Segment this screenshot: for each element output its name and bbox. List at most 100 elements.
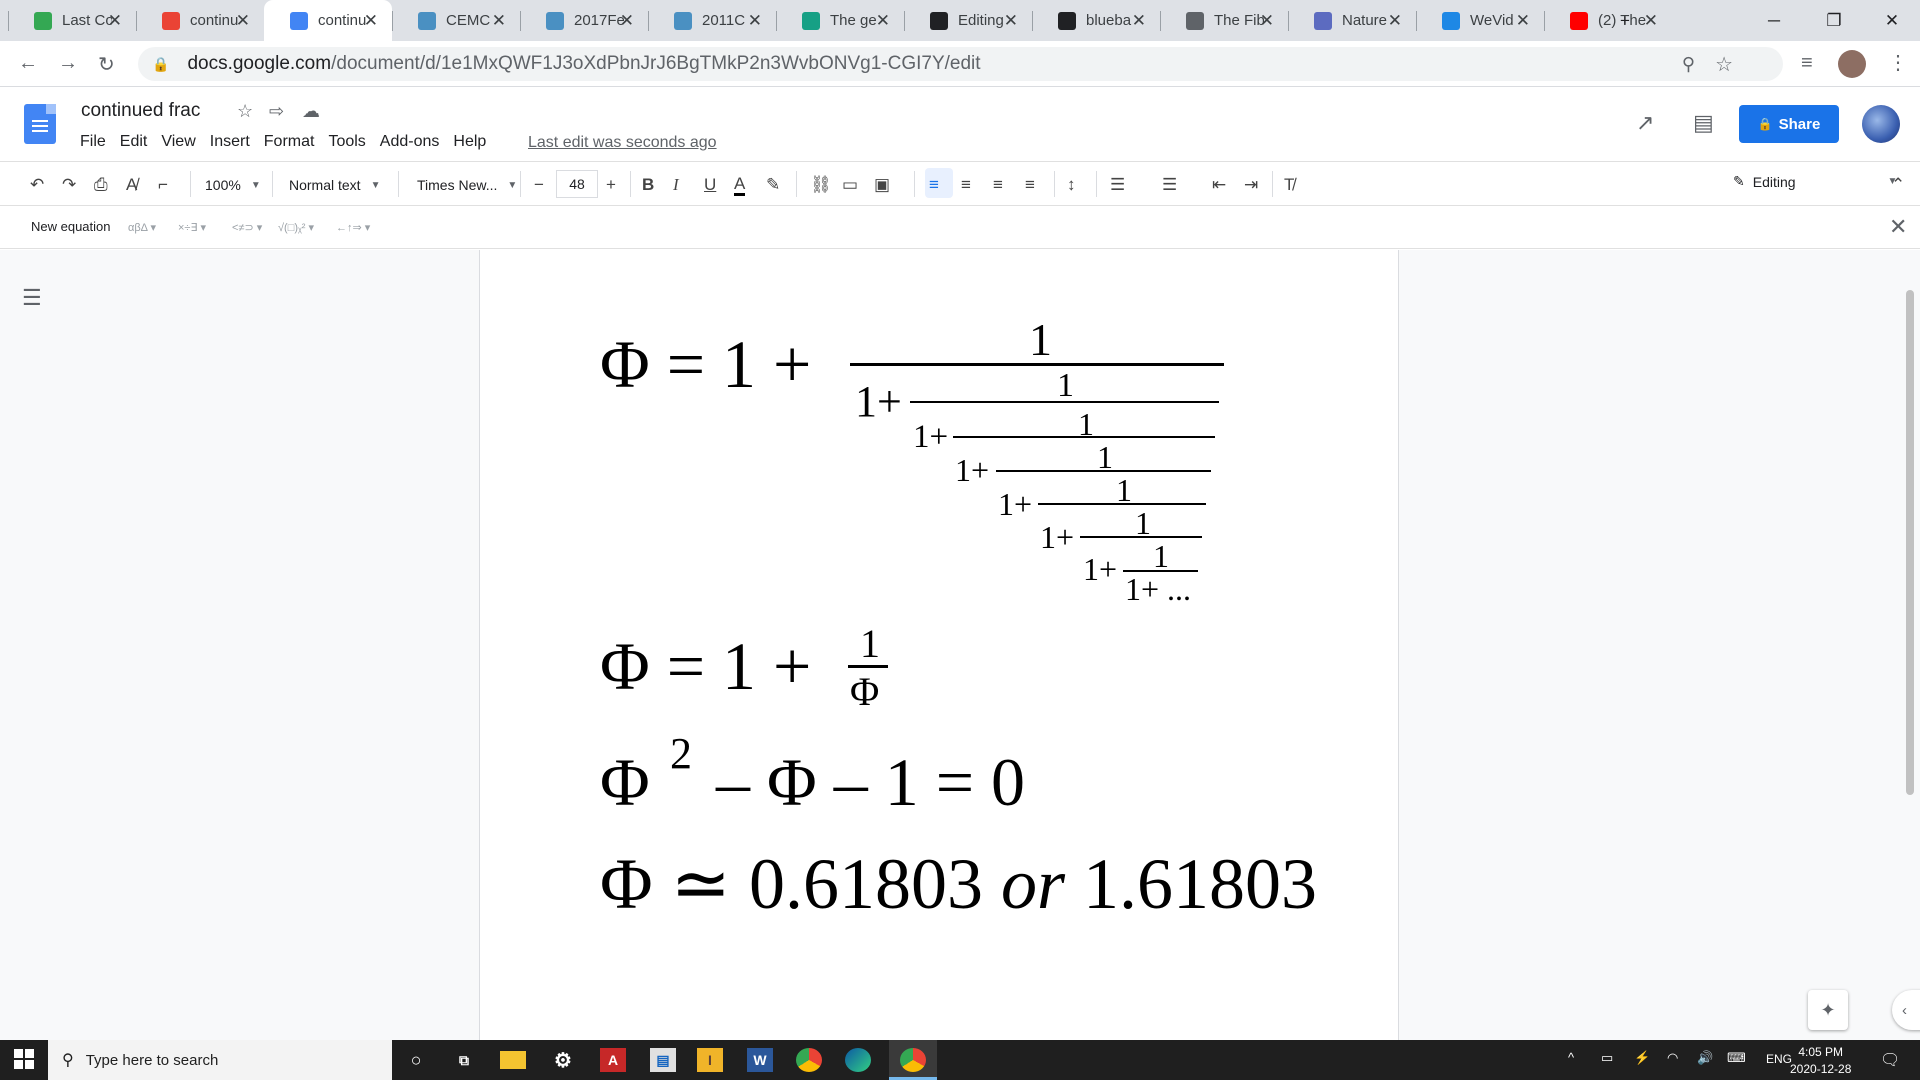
browser-tab[interactable]: continu ✕ [136, 0, 264, 41]
share-button[interactable]: 🔒 Share [1739, 105, 1839, 143]
browser-tab[interactable]: continu ✕ [264, 0, 392, 41]
omnibox[interactable]: 🔒 docs.google.com/document/d/1e1MxQWF1J3… [138, 47, 1783, 81]
eq1-level5-prefix[interactable]: 1+ [1040, 521, 1074, 553]
insert-link-icon[interactable]: ⛓ [810, 174, 832, 196]
menu-file[interactable]: File [80, 133, 106, 151]
keyboard-icon[interactable]: ⌨ [1727, 1050, 1746, 1066]
activity-trend-icon[interactable]: ↗ [1636, 110, 1654, 136]
chrome-active-icon[interactable] [900, 1048, 926, 1072]
reload-icon[interactable]: ↻ [98, 52, 115, 77]
redo-icon[interactable]: ↷ [62, 174, 76, 196]
browser-tab[interactable]: CEMC ✕ [392, 0, 520, 41]
browser-tab[interactable]: Nature ✕ [1288, 0, 1416, 41]
line-spacing-icon[interactable]: ↕ [1067, 174, 1076, 196]
eq4-approximation[interactable]: Φ ≃ 0.61803 or 1.61803 [600, 848, 1317, 920]
decrease-font-size-icon[interactable]: − [534, 174, 544, 196]
close-tab-icon[interactable]: ✕ [876, 11, 890, 31]
menu-tools[interactable]: Tools [328, 133, 365, 151]
battery-icon[interactable]: ▭ [1601, 1050, 1613, 1066]
insert-image-icon[interactable]: ▣ [874, 174, 890, 196]
close-tab-icon[interactable]: ✕ [748, 11, 762, 31]
comments-icon[interactable]: ▤ [1693, 110, 1714, 136]
close-tab-icon[interactable]: ✕ [236, 11, 250, 31]
arrows-menu[interactable]: ←↑⇒ ▾ [336, 221, 370, 234]
browser-tab[interactable]: 2017Fe ✕ [520, 0, 648, 41]
text-color-icon[interactable]: A [734, 174, 746, 196]
task-view-icon[interactable]: ⧉ [451, 1048, 477, 1072]
close-tab-icon[interactable]: ✕ [364, 11, 378, 31]
bold-icon[interactable]: B [642, 174, 654, 196]
document-title[interactable]: continued frac [81, 100, 200, 122]
editing-mode-select[interactable]: ✎ Editing ▼ [1733, 173, 1897, 190]
menu-insert[interactable]: Insert [210, 133, 250, 151]
close-tab-icon[interactable]: ✕ [1004, 11, 1018, 31]
eq1-level3-numerator[interactable]: 1 [1097, 441, 1113, 473]
eq1-level1-prefix[interactable]: 1+ [855, 380, 902, 424]
forward-icon[interactable]: → [58, 52, 78, 75]
wifi-icon[interactable]: ◠ [1667, 1050, 1678, 1066]
align-center-icon[interactable]: ≡ [961, 174, 971, 196]
decrease-indent-icon[interactable]: ⇤ [1212, 174, 1226, 196]
clear-formatting-icon[interactable]: T̸ [1284, 174, 1294, 196]
paragraph-style-select[interactable]: Normal text ▼ [289, 174, 380, 196]
browser-menu-icon[interactable]: ⋮ [1888, 50, 1908, 75]
explore-icon[interactable]: ✦ [1808, 990, 1848, 1030]
browser-tab[interactable]: Last Co ✕ [8, 0, 136, 41]
increase-font-size-icon[interactable]: + [606, 174, 616, 196]
menu-edit[interactable]: Edit [120, 133, 148, 151]
ink-app-icon[interactable]: I [697, 1048, 723, 1072]
chrome-icon[interactable] [796, 1048, 822, 1072]
system-clock[interactable]: 4:05 PM 2020-12-28 [1790, 1044, 1851, 1078]
eq1-level3-prefix[interactable]: 1+ [955, 454, 989, 486]
star-icon[interactable]: ☆ [237, 101, 253, 122]
browser-tab[interactable]: The ge ✕ [776, 0, 904, 41]
menu-help[interactable]: Help [453, 133, 486, 151]
eq1-level6-prefix[interactable]: 1+ [1083, 553, 1117, 585]
close-equation-bar-icon[interactable]: ✕ [1889, 214, 1907, 240]
eq1-level2-prefix[interactable]: 1+ [913, 421, 948, 454]
close-tab-icon[interactable]: ✕ [1260, 11, 1274, 31]
restore-button[interactable]: ❐ [1804, 0, 1864, 41]
settings-gear-icon[interactable]: ⚙ [550, 1048, 576, 1072]
media-control-icon[interactable]: ≡ [1801, 52, 1813, 75]
close-tab-icon[interactable]: ✕ [1132, 11, 1146, 31]
minimize-button[interactable]: ─ [1744, 0, 1804, 41]
browser-tab[interactable]: The Fib ✕ [1160, 0, 1288, 41]
eq1-level4-numerator[interactable]: 1 [1116, 474, 1132, 506]
close-tab-icon[interactable]: ✕ [1388, 11, 1402, 31]
notifications-icon[interactable]: 🗨 [1880, 1050, 1900, 1070]
misc-operations-menu[interactable]: ×÷∃ ▾ [178, 221, 206, 234]
eq2-numerator[interactable]: 1 [860, 624, 880, 664]
zoom-icon[interactable]: ⚲ [1682, 54, 1695, 75]
eq3-base[interactable]: Φ [600, 748, 650, 816]
greek-letters-menu[interactable]: αβΔ ▾ [128, 221, 156, 234]
new-equation-button[interactable]: New equation [31, 219, 111, 234]
browser-tab[interactable]: WeVid ✕ [1416, 0, 1544, 41]
document-outline-icon[interactable]: ☰ [22, 285, 42, 311]
underline-icon[interactable]: U [704, 174, 716, 196]
word-icon[interactable]: W [747, 1048, 773, 1072]
menu-add-ons[interactable]: Add-ons [380, 133, 440, 151]
close-tab-icon[interactable]: ✕ [1516, 11, 1530, 31]
eq1-numerator[interactable]: 1 [1029, 317, 1052, 363]
eq3-exponent[interactable]: 2 [670, 732, 692, 776]
close-tab-icon[interactable]: ✕ [492, 11, 506, 31]
browser-tab[interactable]: blueba ✕ [1032, 0, 1160, 41]
edge-icon[interactable] [845, 1048, 871, 1072]
italic-icon[interactable]: I [673, 174, 679, 196]
eq3-rest[interactable]: – Φ – 1 = 0 [716, 748, 1025, 816]
math-operations-menu[interactable]: √(□)ᵪ² ▾ [278, 221, 314, 234]
eq1-tail[interactable]: 1+ ... [1125, 573, 1191, 605]
align-left-icon[interactable]: ≡ [929, 174, 939, 196]
vertical-scrollbar[interactable] [1906, 290, 1914, 795]
eq1-level1-numerator[interactable]: 1 [1057, 369, 1074, 403]
increase-indent-icon[interactable]: ⇥ [1244, 174, 1258, 196]
account-avatar[interactable] [1862, 105, 1900, 143]
spellcheck-icon[interactable]: A̸ [126, 174, 137, 196]
eq2-denominator[interactable]: Φ [850, 672, 879, 712]
move-folder-icon[interactable]: ⇨ [269, 101, 284, 122]
back-icon[interactable]: ← [18, 52, 38, 75]
close-tab-icon[interactable]: ✕ [108, 11, 122, 31]
justify-icon[interactable]: ≡ [1025, 174, 1035, 196]
new-tab-button[interactable]: + [1605, 0, 1645, 41]
